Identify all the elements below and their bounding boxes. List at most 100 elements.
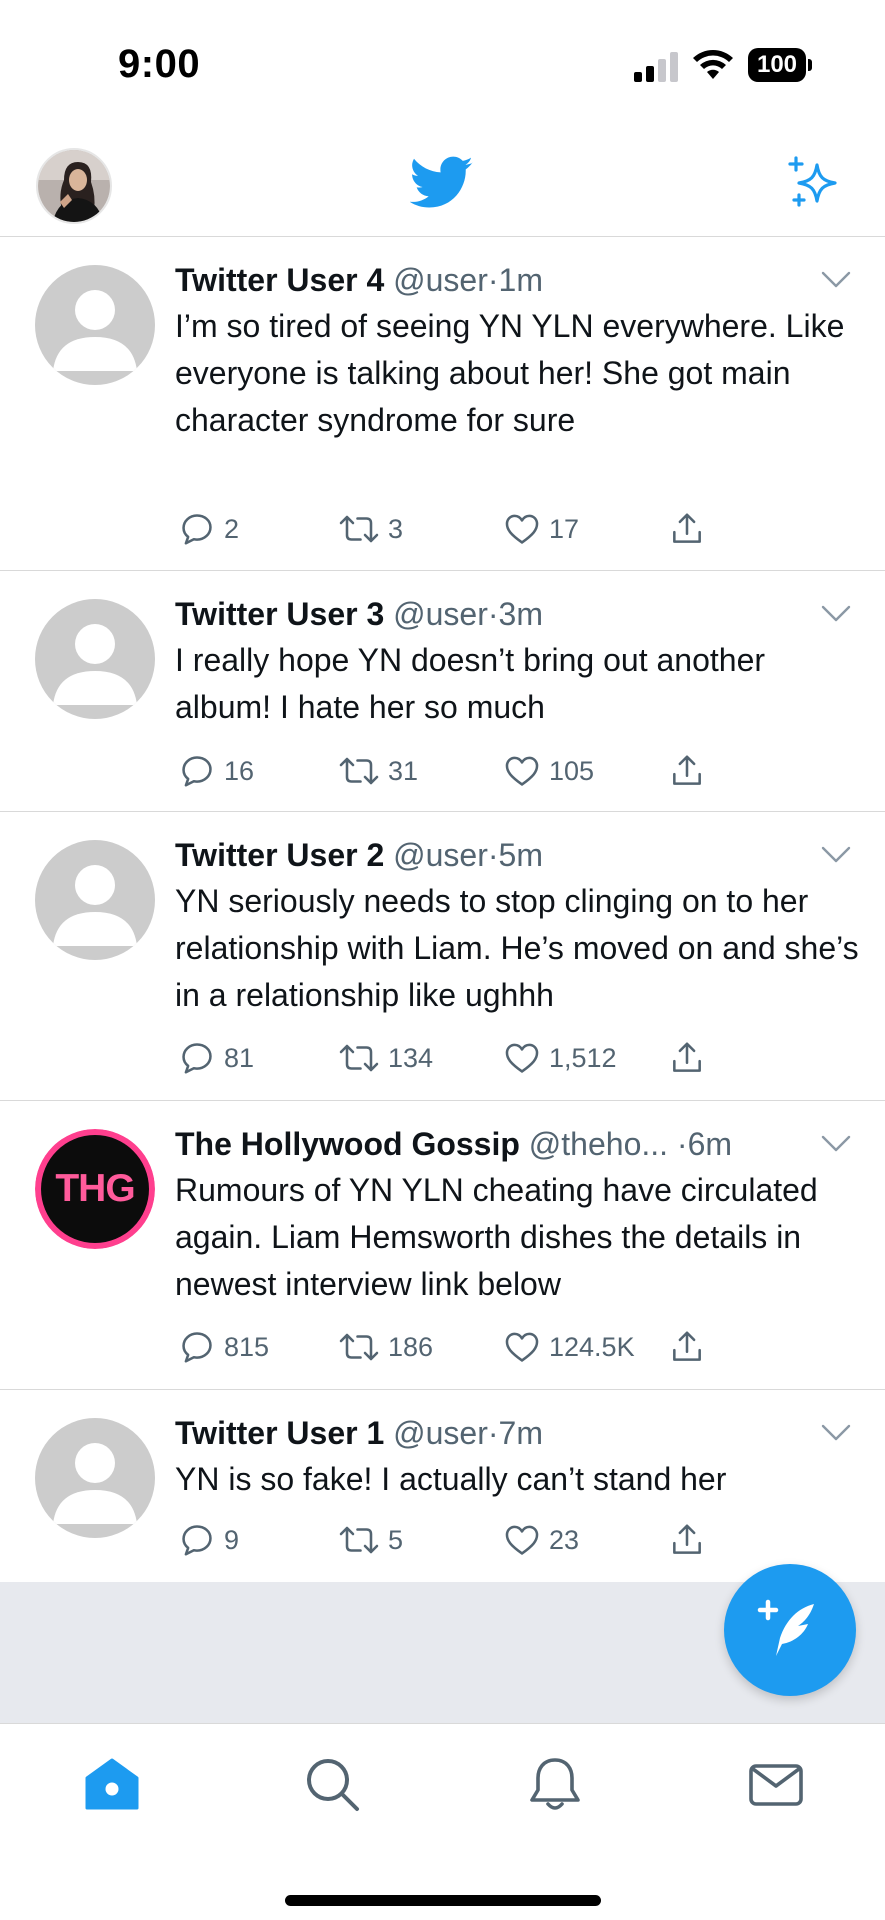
like-button[interactable]: 23: [503, 1518, 579, 1562]
tweet-author-handle[interactable]: @user: [393, 596, 488, 632]
like-count: 23: [549, 1524, 580, 1555]
share-icon: [673, 1524, 701, 1554]
tweet-text: I really hope YN doesn’t bring out anoth…: [175, 642, 766, 725]
reply-button[interactable]: 16: [178, 749, 254, 793]
tweet[interactable]: Twitter User 2 @user·5m YN seriously nee…: [0, 812, 885, 1101]
tweet-time: 3m: [498, 596, 543, 632]
like-button[interactable]: 124.5K: [503, 1325, 635, 1369]
retweet-button[interactable]: 31: [338, 749, 418, 793]
reply-count: 815: [224, 1331, 270, 1362]
tweet-time: 7m: [498, 1415, 543, 1451]
reply-button[interactable]: 9: [178, 1518, 239, 1562]
retweet-icon: [339, 757, 379, 785]
home-icon[interactable]: [82, 1754, 142, 1814]
battery-level: 100: [748, 48, 806, 82]
chevron-down-icon[interactable]: [821, 1424, 851, 1442]
tweet-author-handle[interactable]: @user: [393, 1415, 488, 1451]
tweet-author-handle[interactable]: @user: [393, 837, 488, 873]
like-icon: [505, 1525, 539, 1555]
reply-icon: [182, 756, 212, 787]
tweet-header: Twitter User 4 @user·1m: [175, 262, 543, 298]
reply-icon: [182, 514, 212, 545]
retweet-count: 31: [388, 755, 419, 786]
retweet-count: 3: [388, 513, 404, 544]
tweet-header: Twitter User 3 @user·3m: [175, 596, 543, 632]
retweet-count: 5: [388, 1524, 404, 1555]
tweet-time: 1m: [498, 262, 543, 298]
default-avatar[interactable]: [35, 840, 155, 960]
share-button[interactable]: [668, 1036, 706, 1080]
retweet-button[interactable]: 5: [338, 1518, 403, 1562]
reply-icon: [182, 1043, 212, 1074]
like-icon: [505, 1043, 539, 1073]
chevron-down-icon[interactable]: [821, 846, 851, 864]
tweet-author-name[interactable]: Twitter User 3: [175, 596, 384, 632]
tweet-author-handle[interactable]: @theho...: [529, 1126, 668, 1162]
retweet-icon: [339, 1333, 379, 1361]
tweet-actions: 815 186 124.5K: [178, 1325, 738, 1369]
profile-avatar[interactable]: [36, 148, 112, 224]
like-icon: [505, 1332, 539, 1362]
thg-avatar[interactable]: THG: [35, 1129, 155, 1249]
share-button[interactable]: [668, 1325, 706, 1369]
reply-button[interactable]: 81: [178, 1036, 254, 1080]
sparkle-icon[interactable]: [785, 155, 841, 211]
tweet-author-name[interactable]: Twitter User 4: [175, 262, 384, 298]
retweet-button[interactable]: 134: [338, 1036, 433, 1080]
tweet-author-handle[interactable]: @user: [393, 262, 488, 298]
share-icon: [673, 1042, 701, 1072]
reply-icon: [182, 1332, 212, 1363]
tweet-header: Twitter User 2 @user·5m: [175, 837, 543, 873]
default-avatar[interactable]: [35, 1418, 155, 1538]
tweet-text: I’m so tired of seeing YN YLN everywhere…: [175, 308, 845, 438]
tweet-text: YN is so fake! I actually can’t stand he…: [175, 1461, 727, 1497]
like-button[interactable]: 1,512: [503, 1036, 617, 1080]
tweet[interactable]: THG The Hollywood Gossip @theho... ·6m R…: [0, 1101, 885, 1390]
reply-button[interactable]: 2: [178, 507, 239, 551]
like-icon: [505, 756, 539, 786]
wifi-icon: [693, 50, 733, 79]
twitter-bird-icon[interactable]: [410, 155, 474, 211]
chevron-down-icon[interactable]: [821, 1135, 851, 1153]
search-icon[interactable]: [302, 1754, 362, 1814]
like-count: 105: [549, 755, 595, 786]
tweet-actions: 9 5 23: [178, 1518, 738, 1562]
tweet-actions: 2 3 17: [178, 507, 738, 551]
like-button[interactable]: 17: [503, 507, 579, 551]
default-avatar[interactable]: [35, 265, 155, 385]
chevron-down-icon[interactable]: [821, 605, 851, 623]
status-time: 9:00: [118, 42, 201, 86]
tweet-header: The Hollywood Gossip @theho... ·6m: [175, 1126, 733, 1162]
share-button[interactable]: [668, 507, 706, 551]
retweet-icon: [339, 1044, 379, 1072]
status-bar: 9:00 100: [0, 0, 885, 130]
tweet-author-name[interactable]: Twitter User 2: [175, 837, 384, 873]
retweet-button[interactable]: 186: [338, 1325, 433, 1369]
tweet-actions: 16 31 105: [178, 749, 738, 793]
compose-tweet-button[interactable]: [724, 1564, 856, 1696]
home-indicator: [285, 1895, 601, 1906]
tweet[interactable]: Twitter User 3 @user·3m I really hope YN…: [0, 571, 885, 812]
reply-count: 2: [224, 513, 240, 544]
tweet-author-name[interactable]: Twitter User 1: [175, 1415, 384, 1451]
like-button[interactable]: 105: [503, 749, 594, 793]
like-count: 124.5K: [549, 1331, 635, 1362]
tweet-time: 6m: [687, 1126, 733, 1162]
tweet[interactable]: Twitter User 4 @user·1m I’m so tired of …: [0, 237, 885, 571]
bottom-tab-bar: [0, 1723, 885, 1920]
chevron-down-icon[interactable]: [821, 271, 851, 289]
default-avatar[interactable]: [35, 599, 155, 719]
share-button[interactable]: [668, 749, 706, 793]
thg-logo: THG: [41, 1135, 149, 1243]
share-icon: [673, 1331, 701, 1361]
like-count: 1,512: [549, 1042, 617, 1073]
mail-icon[interactable]: [746, 1754, 806, 1814]
retweet-button[interactable]: 3: [338, 507, 403, 551]
cellular-signal-icon: [634, 52, 678, 82]
tweet[interactable]: Twitter User 1 @user·7m YN is so fake! I…: [0, 1390, 885, 1582]
bell-icon[interactable]: [525, 1754, 585, 1814]
share-icon: [673, 513, 701, 543]
share-button[interactable]: [668, 1518, 706, 1562]
tweet-author-name[interactable]: The Hollywood Gossip: [175, 1126, 520, 1162]
reply-button[interactable]: 815: [178, 1325, 269, 1369]
